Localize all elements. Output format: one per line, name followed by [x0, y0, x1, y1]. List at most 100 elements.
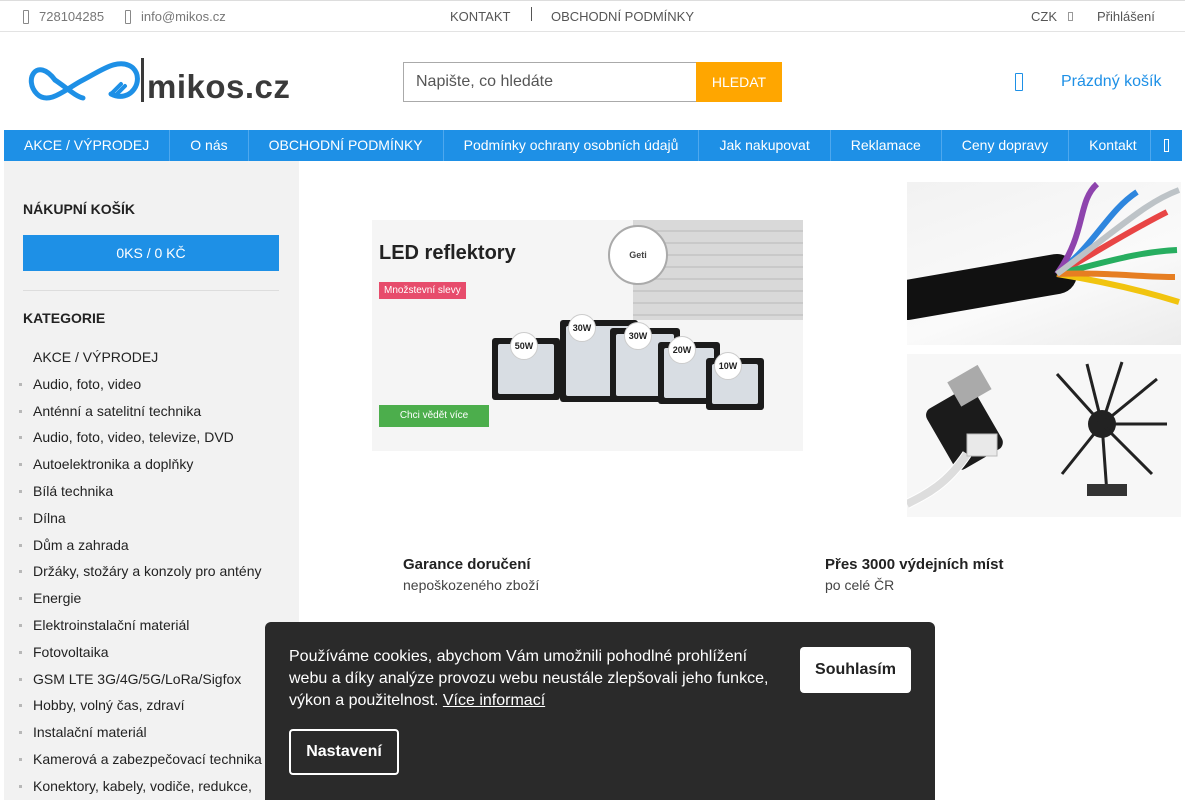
category-item[interactable]: Dílna	[18, 505, 288, 532]
category-item[interactable]: Audio, foto, video, televize, DVD	[18, 424, 288, 451]
bullet-icon	[19, 757, 22, 761]
search-button[interactable]: HLEDAT	[696, 62, 782, 102]
banner-discount-badge: Množstevní slevy	[379, 282, 466, 299]
logo-text[interactable]: mikos.cz	[147, 68, 290, 106]
led-reflector-image: 50W	[492, 332, 560, 400]
nav-item-privacy[interactable]: Podmínky ochrany osobních údajů	[444, 130, 700, 161]
nav-item-contact[interactable]: Kontakt	[1069, 130, 1156, 161]
category-label[interactable]: Bílá technika	[33, 483, 113, 499]
category-label[interactable]: Dům a zahrada	[33, 537, 129, 553]
category-label[interactable]: Fotovoltaika	[33, 644, 108, 660]
category-label[interactable]: Hobby, volný čas, zdraví	[33, 697, 184, 713]
category-label[interactable]: Autoelektronika a doplňky	[33, 456, 193, 472]
nav-item-sale[interactable]: AKCE / VÝPRODEJ	[4, 130, 171, 161]
feature-subtitle: po celé ČR	[825, 577, 895, 593]
promo-banner-led[interactable]: Geti LED reflektory Množstevní slevy 50W…	[372, 220, 803, 451]
watt-label: 10W	[714, 352, 742, 380]
promo-banner-adapters[interactable]	[907, 354, 1181, 517]
bullet-icon	[19, 623, 22, 627]
category-item[interactable]: Bílá technika	[18, 478, 288, 505]
cookie-settings-button[interactable]: Nastavení	[289, 729, 399, 775]
login-link[interactable]: Přihlášení	[1097, 9, 1155, 24]
sidebar: NÁKUPNÍ KOŠÍK 0KS / 0 KČ KATEGORIE AKCE …	[4, 161, 299, 800]
category-label[interactable]: AKCE / VÝPRODEJ	[33, 349, 158, 365]
category-item[interactable]: Držáky, stožáry a konzoly pro antény	[18, 558, 288, 585]
category-item[interactable]: Dům a zahrada	[18, 532, 288, 559]
cart-link[interactable]: Prázdný košík	[1061, 73, 1161, 91]
mail-icon	[125, 9, 131, 24]
bullet-icon	[19, 382, 22, 386]
nav-item-how-to-buy[interactable]: Jak nakupovat	[699, 130, 831, 161]
category-item[interactable]: GSM LTE 3G/4G/5G/LoRa/Sigfox	[18, 666, 288, 693]
nav-item-terms[interactable]: OBCHODNÍ PODMÍNKY	[249, 130, 444, 161]
category-item[interactable]: Instalační materiál	[18, 719, 288, 746]
cookie-consent-dialog: Používáme cookies, abychom Vám umožnili …	[265, 622, 935, 800]
category-label[interactable]: Audio, foto, video, televize, DVD	[33, 429, 234, 445]
bullet-icon	[19, 543, 22, 547]
banner-cta-button[interactable]: Chci vědět více	[379, 405, 489, 427]
currency-label[interactable]: CZK	[1031, 9, 1057, 24]
category-item[interactable]: AKCE / VÝPRODEJ	[18, 344, 288, 371]
phone-number[interactable]: 728104285	[39, 9, 104, 24]
top-link-terms[interactable]: OBCHODNÍ PODMÍNKY	[551, 9, 694, 24]
watt-label: 30W	[568, 314, 596, 342]
category-label[interactable]: Kamerová a zabezpečovací technika	[33, 751, 262, 767]
category-label[interactable]: GSM LTE 3G/4G/5G/LoRa/Sigfox	[33, 671, 241, 687]
email-contact[interactable]: info@mikos.cz	[125, 9, 226, 24]
category-label[interactable]: Elektroinstalační materiál	[33, 617, 189, 633]
category-label[interactable]: Konektory, kabely, vodiče, redukce,	[33, 778, 252, 794]
infinity-logo-icon	[28, 58, 144, 102]
category-item[interactable]: Autoelektronika a doplňky	[18, 451, 288, 478]
site-header: mikos.cz HLEDAT Prázdný košík	[0, 32, 1185, 130]
category-item[interactable]: Anténní a satelitní technika	[18, 398, 288, 425]
category-item[interactable]: Energie	[18, 585, 288, 612]
category-item[interactable]: Fotovoltaika	[18, 639, 288, 666]
promo-banner-cables[interactable]	[907, 182, 1181, 345]
brand-badge: Geti	[608, 225, 668, 285]
login-label[interactable]: Přihlášení	[1097, 9, 1155, 24]
main-navigation: AKCE / VÝPRODEJ O nás OBCHODNÍ PODMÍNKY …	[4, 130, 1182, 161]
categories-heading: KATEGORIE	[23, 310, 106, 326]
nav-more-button[interactable]	[1150, 130, 1182, 161]
cookie-accept-button[interactable]: Souhlasím	[800, 647, 911, 693]
bullet-icon	[19, 650, 22, 654]
top-link-contact-label[interactable]: KONTAKT	[450, 9, 510, 24]
category-item[interactable]: Audio, foto, video	[18, 371, 288, 398]
bullet-icon	[19, 784, 22, 788]
bullet-icon	[19, 516, 22, 520]
nav-item-shipping[interactable]: Ceny dopravy	[942, 130, 1070, 161]
category-label[interactable]: Držáky, stožáry a konzoly pro antény	[33, 563, 262, 579]
category-item[interactable]: Elektroinstalační materiál	[18, 612, 288, 639]
bullet-icon	[19, 677, 22, 681]
cable-image	[907, 182, 1181, 320]
category-label[interactable]: Instalační materiál	[33, 724, 147, 740]
cookie-message: Používáme cookies, abychom Vám umožnili …	[289, 646, 779, 712]
search-input[interactable]	[403, 62, 697, 102]
email-address[interactable]: info@mikos.cz	[141, 9, 226, 24]
feature-subtitle: nepoškozeného zboží	[403, 577, 540, 593]
top-link-terms-label[interactable]: OBCHODNÍ PODMÍNKY	[551, 9, 694, 24]
category-label[interactable]: Dílna	[33, 510, 66, 526]
category-item[interactable]: Konektory, kabely, vodiče, redukce,	[18, 773, 288, 800]
category-label[interactable]: Energie	[33, 590, 81, 606]
nav-item-about[interactable]: O nás	[170, 130, 249, 161]
feature-delivery: Garance doručení nepoškozeného zboží	[403, 556, 539, 593]
cart-icon[interactable]	[1015, 73, 1023, 91]
menu-more-icon	[1164, 139, 1169, 152]
nav-item-complaints[interactable]: Reklamace	[831, 130, 942, 161]
bullet-icon	[19, 489, 22, 493]
category-item[interactable]: Hobby, volný čas, zdraví	[18, 692, 288, 719]
top-link-divider	[531, 7, 532, 21]
cookie-more-info-link[interactable]: Více informací	[443, 692, 545, 709]
category-item[interactable]: Kamerová a zabezpečovací technika	[18, 746, 288, 773]
cart-summary-button[interactable]: 0KS / 0 KČ	[23, 235, 279, 271]
category-label[interactable]: Audio, foto, video	[33, 376, 141, 392]
chevron-down-icon	[1068, 12, 1073, 21]
category-label[interactable]: Anténní a satelitní technika	[33, 403, 201, 419]
watt-label: 50W	[510, 332, 538, 360]
bullet-icon	[19, 597, 22, 601]
phone-contact[interactable]: 728104285	[23, 9, 104, 24]
phone-icon	[23, 9, 29, 24]
currency-selector[interactable]: CZK	[1031, 9, 1073, 24]
top-link-contact[interactable]: KONTAKT	[450, 9, 510, 24]
